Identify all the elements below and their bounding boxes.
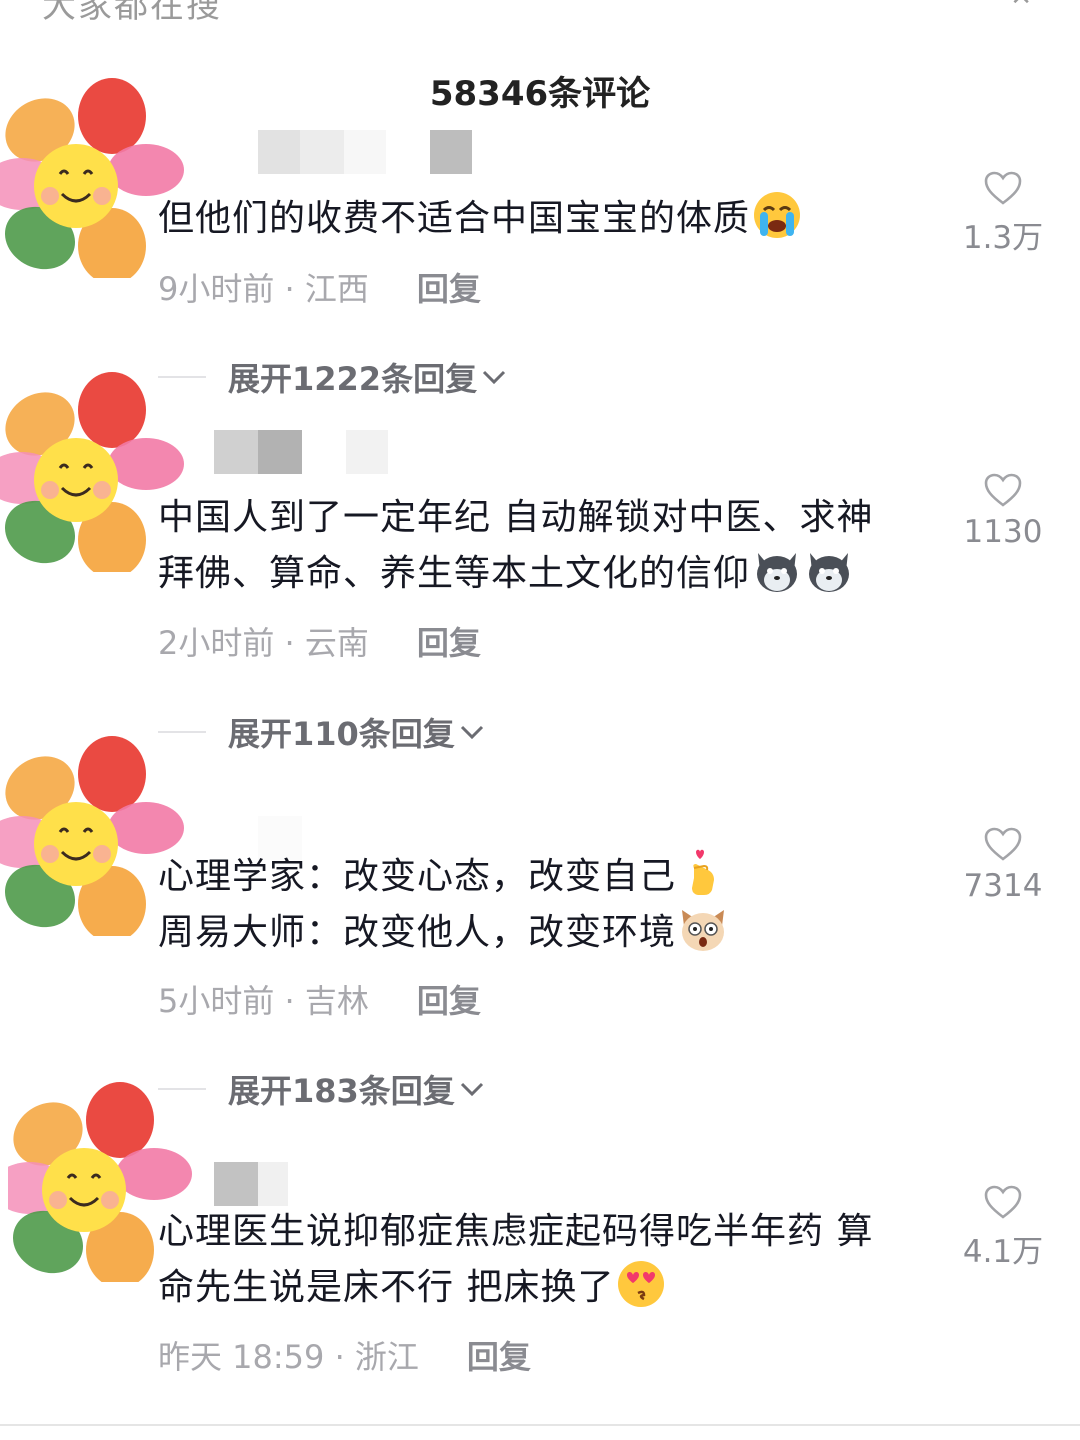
finger-heart-emoji [678,848,728,898]
reply-button[interactable]: 回复 [467,1332,531,1378]
like-count: 1.3万 [962,220,1044,256]
close-icon[interactable]: ✕ [1010,0,1032,12]
comment-time-location: 2小时前 · 云南 [158,624,369,662]
expand-replies-label: 展开1222条回复 [228,360,478,398]
comment-meta: 昨天 18:59 · 浙江 回复 [158,1332,531,1378]
divider-line [0,1424,1080,1426]
search-suggestion-partial[interactable]: 大家都在搜 [42,0,222,27]
surprised-cat-emoji [678,904,728,954]
like-button[interactable]: 1130 [948,472,1058,550]
comment-time-location: 昨天 18:59 · 浙江 [158,1338,419,1376]
husky-dog-emoji [752,545,802,595]
reply-button[interactable]: 回复 [417,976,481,1022]
comment-text: 中国人到了一定年纪 自动解锁对中医、求神 拜佛、算命、养生等本土文化的信仰 [158,490,928,601]
comment-text: 心理学家：改变心态，改变自己 周易大师：改变他人，改变环境 [158,848,928,960]
heart-icon [984,827,1022,861]
comment-text-line: 心理学家：改变心态，改变自己 [158,856,677,897]
reply-button[interactable]: 回复 [417,618,481,664]
username-blurred[interactable] [214,430,388,474]
like-count: 1130 [963,514,1043,550]
heart-eyes-kiss-emoji [616,1259,666,1309]
username-blurred[interactable] [214,1162,288,1206]
flower-avatar-icon [0,78,184,278]
comment-text-line: 中国人到了一定年纪 自动解锁对中医、求神 [158,497,874,538]
husky-dog-emoji [804,545,854,595]
like-button[interactable]: 1.3万 [948,170,1058,257]
comment-text-line: 拜佛、算命、养生等本土文化的信仰 [158,553,751,594]
expand-replies-label: 展开183条回复 [228,1072,455,1110]
comment-meta: 2小时前 · 云南 回复 [158,618,481,664]
expand-replies-label: 展开110条回复 [228,715,455,753]
comment-meta: 5小时前 · 吉林 回复 [158,976,481,1022]
divider-line [158,731,206,733]
expand-replies-button[interactable]: 展开183条回复 [158,1066,485,1112]
heart-icon [984,473,1022,507]
comment-text-line: 心理医生说抑郁症焦虑症起码得吃半年药 算 [158,1211,874,1252]
avatar[interactable] [0,78,190,278]
loudly-crying-face-emoji [752,190,802,240]
comment-time-location: 9小时前 · 江西 [158,270,369,308]
comment-text: 但他们的收费不适合中国宝宝的体质 [158,190,928,246]
heart-icon [984,171,1022,205]
comment-meta: 9小时前 · 江西 回复 [158,264,481,310]
comment-time-location: 5小时前 · 吉林 [158,982,369,1020]
heart-icon [984,1185,1022,1219]
comment-text-line: 命先生说是床不行 把床换了 [158,1267,615,1308]
chevron-down-icon [460,1082,483,1097]
like-count: 7314 [963,868,1043,904]
username-blurred[interactable] [258,130,472,174]
expand-replies-button[interactable]: 展开1222条回复 [158,354,507,400]
chevron-down-icon [483,370,506,385]
reply-button[interactable]: 回复 [417,264,481,310]
comment-text-line: 周易大师：改变他人，改变环境 [158,912,677,953]
comment-text-line: 但他们的收费不适合中国宝宝的体质 [158,198,751,239]
like-button[interactable]: 7314 [948,826,1058,904]
like-count: 4.1万 [962,1234,1044,1270]
expand-replies-button[interactable]: 展开110条回复 [158,709,485,755]
like-button[interactable]: 4.1万 [948,1184,1058,1271]
chevron-down-icon [460,725,483,740]
comment-text: 心理医生说抑郁症焦虑症起码得吃半年药 算 命先生说是床不行 把床换了 [158,1204,928,1315]
